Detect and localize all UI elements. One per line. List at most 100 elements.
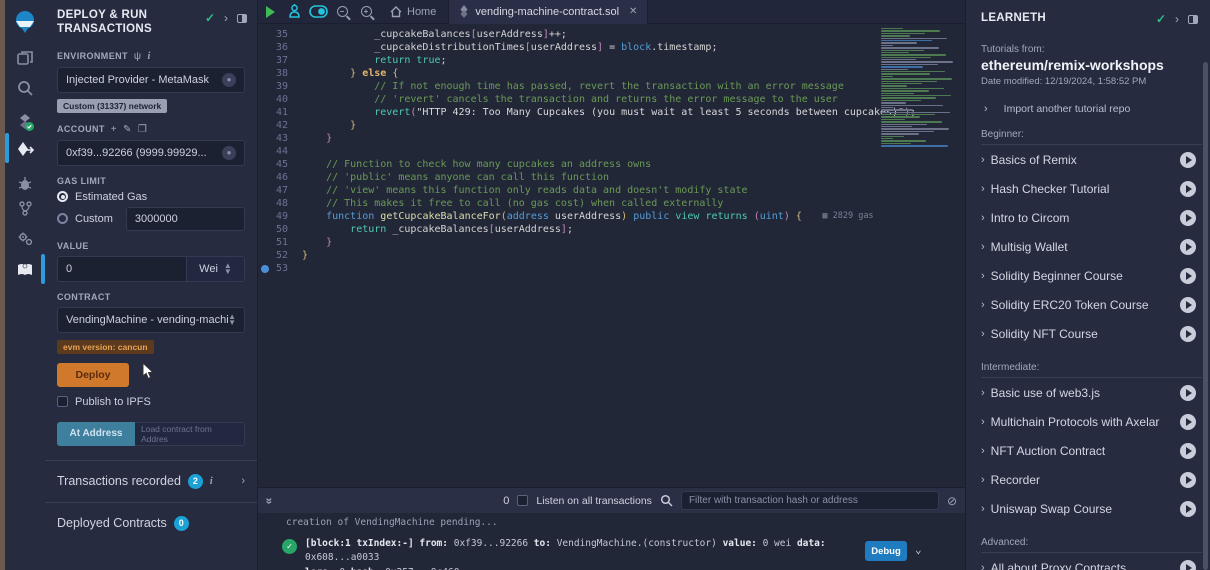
at-address-button[interactable]: At Address: [57, 422, 135, 446]
play-tutorial-icon[interactable]: [1180, 181, 1196, 197]
account-copy-icon[interactable]: ●: [222, 146, 236, 160]
code-editor[interactable]: 35 _cupcakeBalances[userAddress]++;36 _c…: [258, 24, 965, 487]
git-icon[interactable]: [5, 192, 45, 224]
active-file-tab[interactable]: vending-machine-contract.sol ✕: [448, 0, 648, 24]
code-line[interactable]: 36 _cupcakeDistributionTimes[userAddress…: [258, 41, 916, 54]
custom-gas-radio[interactable]: Custom3000000: [57, 207, 245, 231]
play-tutorial-icon[interactable]: [1180, 472, 1196, 488]
code-line[interactable]: 49 function getCupcakeBalanceFor(address…: [258, 210, 916, 223]
tx-expand-icon[interactable]: ⌄: [915, 543, 922, 570]
learneth-collapse-icon[interactable]: ›: [1175, 12, 1179, 26]
learneth-book-icon[interactable]: [5, 254, 45, 286]
file-explorer-icon[interactable]: [5, 42, 45, 74]
contract-select[interactable]: VendingMachine - vending-machin▲▼: [57, 307, 245, 333]
editor-minimap[interactable]: [881, 24, 957, 148]
play-tutorial-icon[interactable]: [1180, 501, 1196, 517]
deploy-button[interactable]: Deploy: [57, 363, 129, 387]
walkthrough-robot-icon[interactable]: [282, 0, 306, 24]
play-tutorial-icon[interactable]: [1180, 152, 1196, 168]
tutorial-item[interactable]: ›Recorder: [966, 465, 1210, 494]
tutorial-item[interactable]: ›Multichain Protocols with Axelar: [966, 407, 1210, 436]
tutorial-item[interactable]: ›Solidity NFT Course: [966, 319, 1210, 348]
play-tutorial-icon[interactable]: [1180, 414, 1196, 430]
code-line[interactable]: 41 revert("HTTP 429: Too Many Cupcakes (…: [258, 106, 916, 119]
play-tutorial-icon[interactable]: [1180, 443, 1196, 459]
code-line[interactable]: 35 _cupcakeBalances[userAddress]++;: [258, 28, 916, 41]
debug-button[interactable]: Debug: [865, 541, 907, 561]
play-tutorial-icon[interactable]: [1180, 385, 1196, 401]
play-tutorial-icon[interactable]: [1180, 326, 1196, 342]
toggle-switch-icon[interactable]: [306, 0, 330, 24]
search-icon[interactable]: [5, 72, 45, 104]
listen-checkbox[interactable]: [517, 495, 528, 506]
breakpoint-dot[interactable]: [261, 265, 269, 273]
play-tutorial-icon[interactable]: [1180, 210, 1196, 226]
tutorial-item[interactable]: ›Multisig Wallet: [966, 232, 1210, 261]
environment-select[interactable]: Injected Provider - MetaMask●: [57, 67, 245, 93]
code-line[interactable]: 38 } else {: [258, 67, 916, 80]
tutorial-item[interactable]: ›Uniswap Swap Course: [966, 494, 1210, 523]
transaction-log-entry[interactable]: ✓ [block:1 txIndex:-] from: 0xf39...9226…: [258, 528, 965, 570]
terminal-expand-icon[interactable]: »: [262, 497, 276, 504]
code-line[interactable]: 53: [258, 262, 916, 275]
terminal-output[interactable]: creation of VendingMachine pending... ✓ …: [258, 513, 965, 570]
tutorial-item[interactable]: ›Intro to Circom: [966, 203, 1210, 232]
at-address-input[interactable]: Load contract from Addres: [135, 422, 245, 446]
publish-ipfs-row[interactable]: Publish to IPFS: [57, 396, 245, 408]
settings-gears-icon[interactable]: [5, 222, 45, 254]
tutorial-item[interactable]: ›All about Proxy Contracts: [966, 553, 1210, 570]
value-unit-select[interactable]: Wei▲▼: [187, 256, 245, 282]
play-tutorial-icon[interactable]: [1180, 268, 1196, 284]
learneth-pin-icon[interactable]: [1188, 15, 1198, 24]
tutorial-item[interactable]: ›Solidity ERC20 Token Course: [966, 290, 1210, 319]
play-tutorial-icon[interactable]: [1180, 239, 1196, 255]
remix-logo-icon[interactable]: [5, 6, 45, 38]
code-line[interactable]: 39 // If not enough time has passed, rev…: [258, 80, 916, 93]
home-tab[interactable]: Home: [378, 0, 448, 24]
tutorial-item[interactable]: ›Hash Checker Tutorial: [966, 174, 1210, 203]
clear-console-icon[interactable]: ⊘: [947, 494, 957, 508]
estimated-gas-radio[interactable]: Estimated Gas: [57, 191, 245, 203]
panel-collapse-icon[interactable]: ›: [224, 11, 228, 25]
code-line[interactable]: 45 // Function to check how many cupcake…: [258, 158, 916, 171]
code-line[interactable]: 42 }: [258, 119, 916, 132]
play-tutorial-icon[interactable]: [1180, 297, 1196, 313]
learneth-scrollbar[interactable]: [1203, 62, 1208, 570]
deployed-contracts-row[interactable]: Deployed Contracts 0: [45, 502, 257, 544]
zoom-out-icon[interactable]: −: [330, 0, 354, 24]
import-tutorial-repo[interactable]: › Import another tutorial repo: [966, 87, 1210, 115]
info-icon[interactable]: i: [147, 51, 150, 62]
custom-gas-input[interactable]: 3000000: [126, 207, 245, 231]
play-tutorial-icon[interactable]: [1180, 560, 1196, 570]
code-line[interactable]: 52}: [258, 249, 916, 262]
deploy-run-icon[interactable]: [5, 134, 45, 166]
code-line[interactable]: 40 // 'revert' cancels the transaction a…: [258, 93, 916, 106]
code-line[interactable]: 48 // This makes it free to call (no gas…: [258, 197, 916, 210]
code-line[interactable]: 50 return _cupcakeBalances[userAddress];: [258, 223, 916, 236]
zoom-in-icon[interactable]: +: [354, 0, 378, 24]
tutorial-item[interactable]: ›Basic use of web3.js: [966, 378, 1210, 407]
transactions-info-icon[interactable]: i: [210, 476, 213, 487]
code-line[interactable]: 43 }: [258, 132, 916, 145]
tx-log-text: [block:1 txIndex:-] from: 0xf39...92266 …: [305, 537, 865, 570]
transactions-expand-icon[interactable]: ›: [241, 475, 245, 487]
copy-account-icon[interactable]: ❐: [138, 124, 147, 135]
code-line[interactable]: 44: [258, 145, 916, 158]
tutorial-item[interactable]: ›Basics of Remix: [966, 145, 1210, 174]
account-select[interactable]: 0xf39...92266 (9999.99929...●: [57, 140, 245, 166]
value-input[interactable]: 0: [57, 256, 187, 282]
close-tab-icon[interactable]: ✕: [629, 6, 637, 17]
tutorial-item[interactable]: ›Solidity Beginner Course: [966, 261, 1210, 290]
edit-account-icon[interactable]: ✎: [123, 124, 132, 135]
run-script-button[interactable]: [258, 0, 282, 24]
code-line[interactable]: 37 return true;: [258, 54, 916, 67]
code-line[interactable]: 51 }: [258, 236, 916, 249]
terminal-filter-input[interactable]: Filter with transaction hash or address: [681, 491, 939, 510]
tutorial-item[interactable]: ›NFT Auction Contract: [966, 436, 1210, 465]
code-line[interactable]: 46 // 'public' means anyone can call thi…: [258, 171, 916, 184]
deployed-count-badge: 0: [174, 516, 189, 531]
transactions-recorded-row[interactable]: Transactions recorded 2 i ›: [45, 460, 257, 502]
panel-pin-icon[interactable]: [237, 14, 247, 23]
code-line[interactable]: 47 // 'view' means this function only re…: [258, 184, 916, 197]
add-account-icon[interactable]: +: [111, 124, 117, 135]
